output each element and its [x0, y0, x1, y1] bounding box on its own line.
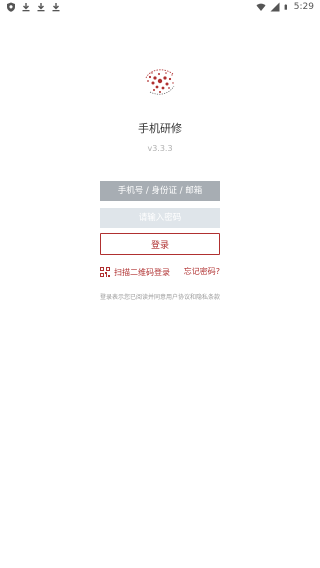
download-icon — [22, 3, 30, 12]
terms-text: 登录表示您已阅读并同意用户协议和隐私条款 — [99, 294, 220, 301]
status-time: 5:29 — [293, 2, 314, 12]
status-bar-left — [6, 2, 61, 12]
shield-icon — [7, 2, 15, 12]
download-icon — [37, 3, 45, 12]
app-version: v3.3.3 — [147, 144, 173, 153]
status-bar-right: 5:29 — [256, 2, 314, 12]
forgot-password-link[interactable]: 忘记密码? — [184, 266, 220, 278]
status-bar: 5:29 — [0, 0, 320, 16]
password-input[interactable] — [100, 208, 220, 228]
battery-icon — [284, 4, 287, 10]
signal-icon — [270, 2, 280, 12]
download-icon — [52, 3, 60, 12]
qr-login-label: 扫描二维码登录 — [114, 267, 170, 277]
app-logo-icon — [145, 69, 175, 95]
username-input[interactable] — [100, 181, 220, 201]
qr-login-link[interactable]: 扫描二维码登录 — [100, 266, 170, 278]
qr-code-icon — [100, 267, 110, 277]
login-button[interactable]: 登录 — [100, 233, 220, 255]
wifi-icon — [256, 3, 266, 11]
app-title: 手机研修 — [138, 122, 182, 135]
